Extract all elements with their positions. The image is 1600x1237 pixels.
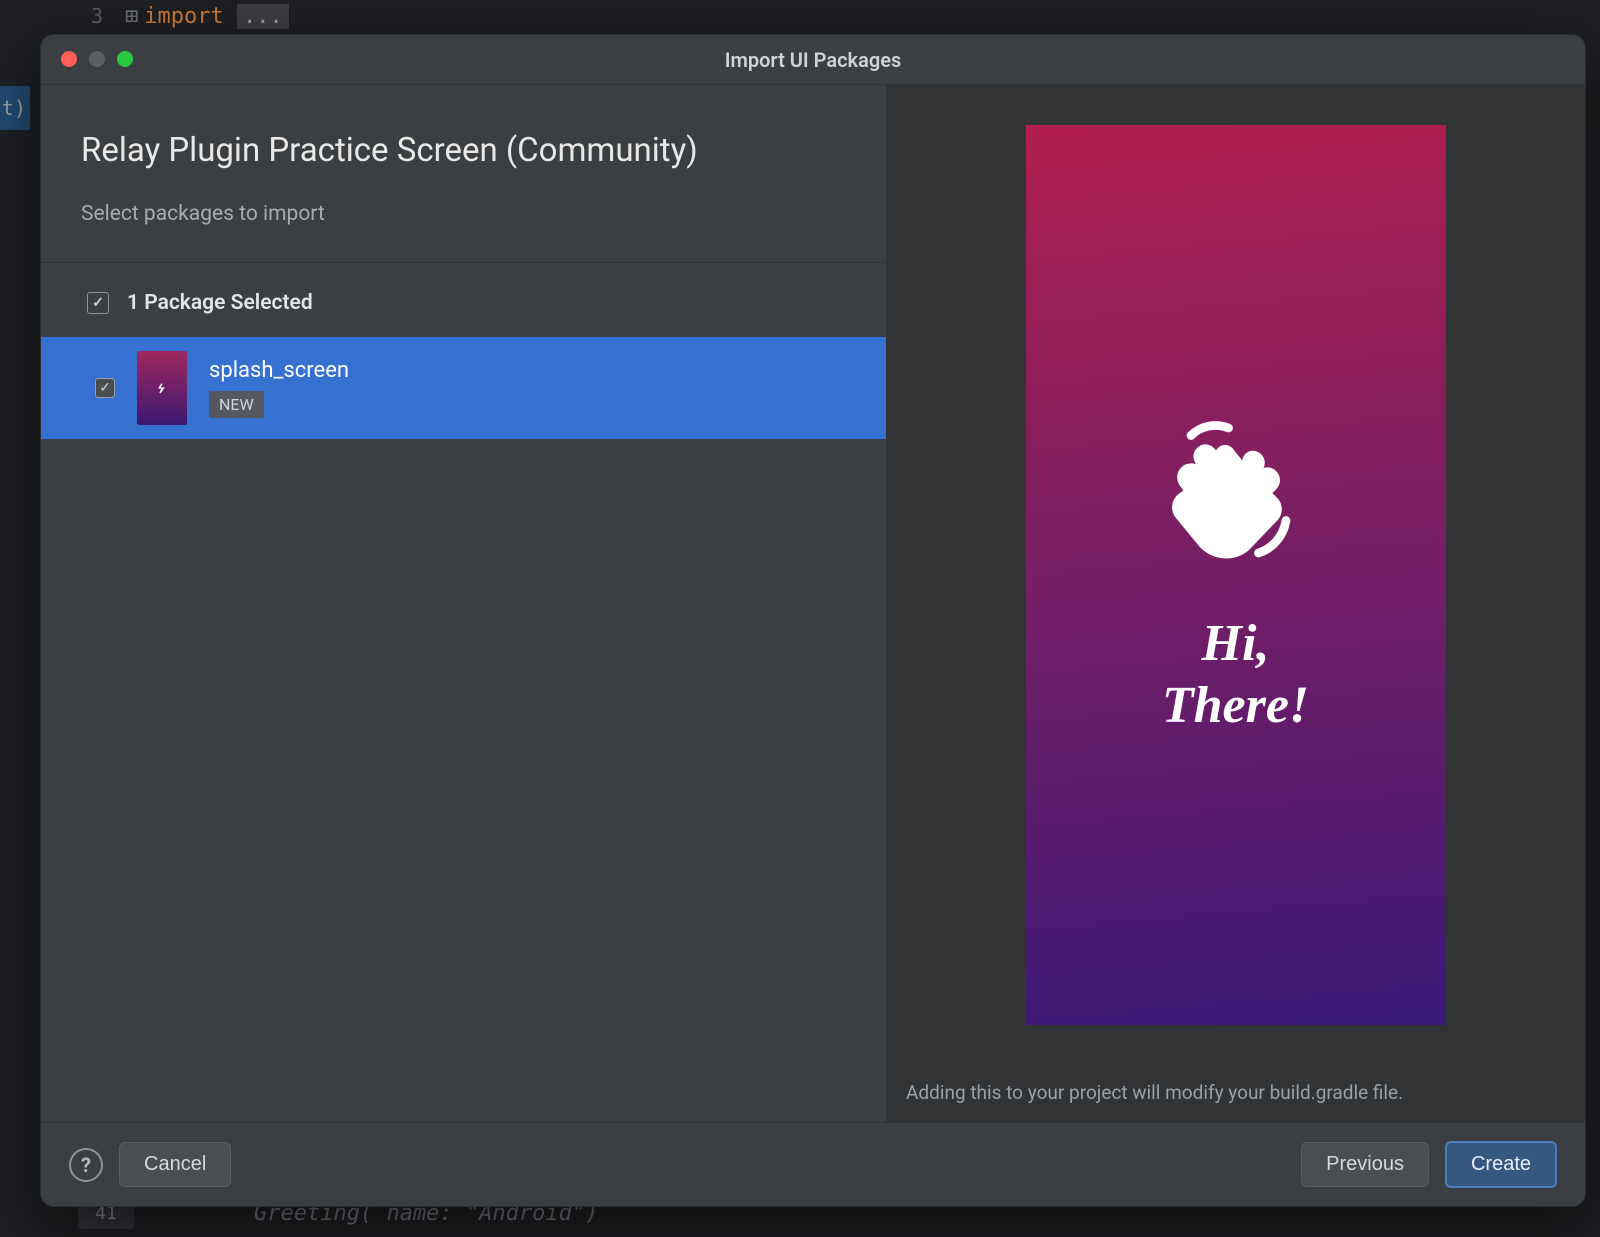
dialog-footer: ? Cancel Previous Create — [41, 1122, 1585, 1206]
window-controls — [61, 51, 133, 67]
page-title: Relay Plugin Practice Screen (Community) — [81, 131, 846, 170]
package-name: splash_screen — [209, 358, 349, 383]
gutter-line-number: 3 — [0, 4, 125, 28]
cancel-button[interactable]: Cancel — [119, 1142, 231, 1187]
editor-left-chip: st) — [0, 86, 30, 130]
code-folded-dots: ... — [237, 4, 289, 29]
preview-splash-screen: Hi, There! — [1026, 125, 1446, 1025]
footer-hint: Adding this to your project will modify … — [886, 1065, 1585, 1122]
preview-area: Hi, There! — [886, 85, 1585, 1065]
hand-wave-icon — [154, 380, 170, 396]
preview-text: Hi, There! — [1162, 613, 1309, 738]
page-subtitle: Select packages to import — [81, 202, 846, 226]
package-row[interactable]: ✓ splash_screen NEW — [41, 337, 886, 439]
preview-text-line1: Hi, — [1162, 613, 1309, 675]
hand-wave-icon — [1161, 413, 1311, 563]
left-pane: Relay Plugin Practice Screen (Community)… — [41, 85, 886, 1122]
import-ui-packages-dialog: Import UI Packages Relay Plugin Practice… — [40, 34, 1586, 1207]
fold-icon: ⊞ — [125, 4, 144, 29]
left-header: Relay Plugin Practice Screen (Community)… — [41, 85, 886, 263]
window-minimize-button[interactable] — [89, 51, 105, 67]
check-icon: ✓ — [99, 380, 111, 396]
dialog-titlebar: Import UI Packages — [41, 35, 1585, 85]
dialog-title: Import UI Packages — [41, 48, 1585, 72]
dialog-body: Relay Plugin Practice Screen (Community)… — [41, 85, 1585, 1122]
package-thumbnail — [137, 351, 187, 425]
previous-button[interactable]: Previous — [1301, 1142, 1429, 1187]
help-button[interactable]: ? — [69, 1148, 103, 1182]
create-button[interactable]: Create — [1445, 1141, 1557, 1188]
package-checkbox[interactable]: ✓ — [95, 378, 115, 398]
select-all-checkbox[interactable]: ✓ — [87, 292, 109, 314]
check-icon: ✓ — [92, 295, 104, 311]
window-close-button[interactable] — [61, 51, 77, 67]
right-pane: Hi, There! Adding this to your project w… — [886, 85, 1585, 1122]
selected-count-label: 1 Package Selected — [127, 291, 313, 315]
new-badge: NEW — [209, 391, 264, 418]
preview-text-line2: There! — [1162, 675, 1309, 737]
window-zoom-button[interactable] — [117, 51, 133, 67]
select-all-row[interactable]: ✓ 1 Package Selected — [41, 263, 886, 337]
code-keyword: import — [144, 4, 223, 29]
package-info: splash_screen NEW — [209, 358, 349, 418]
